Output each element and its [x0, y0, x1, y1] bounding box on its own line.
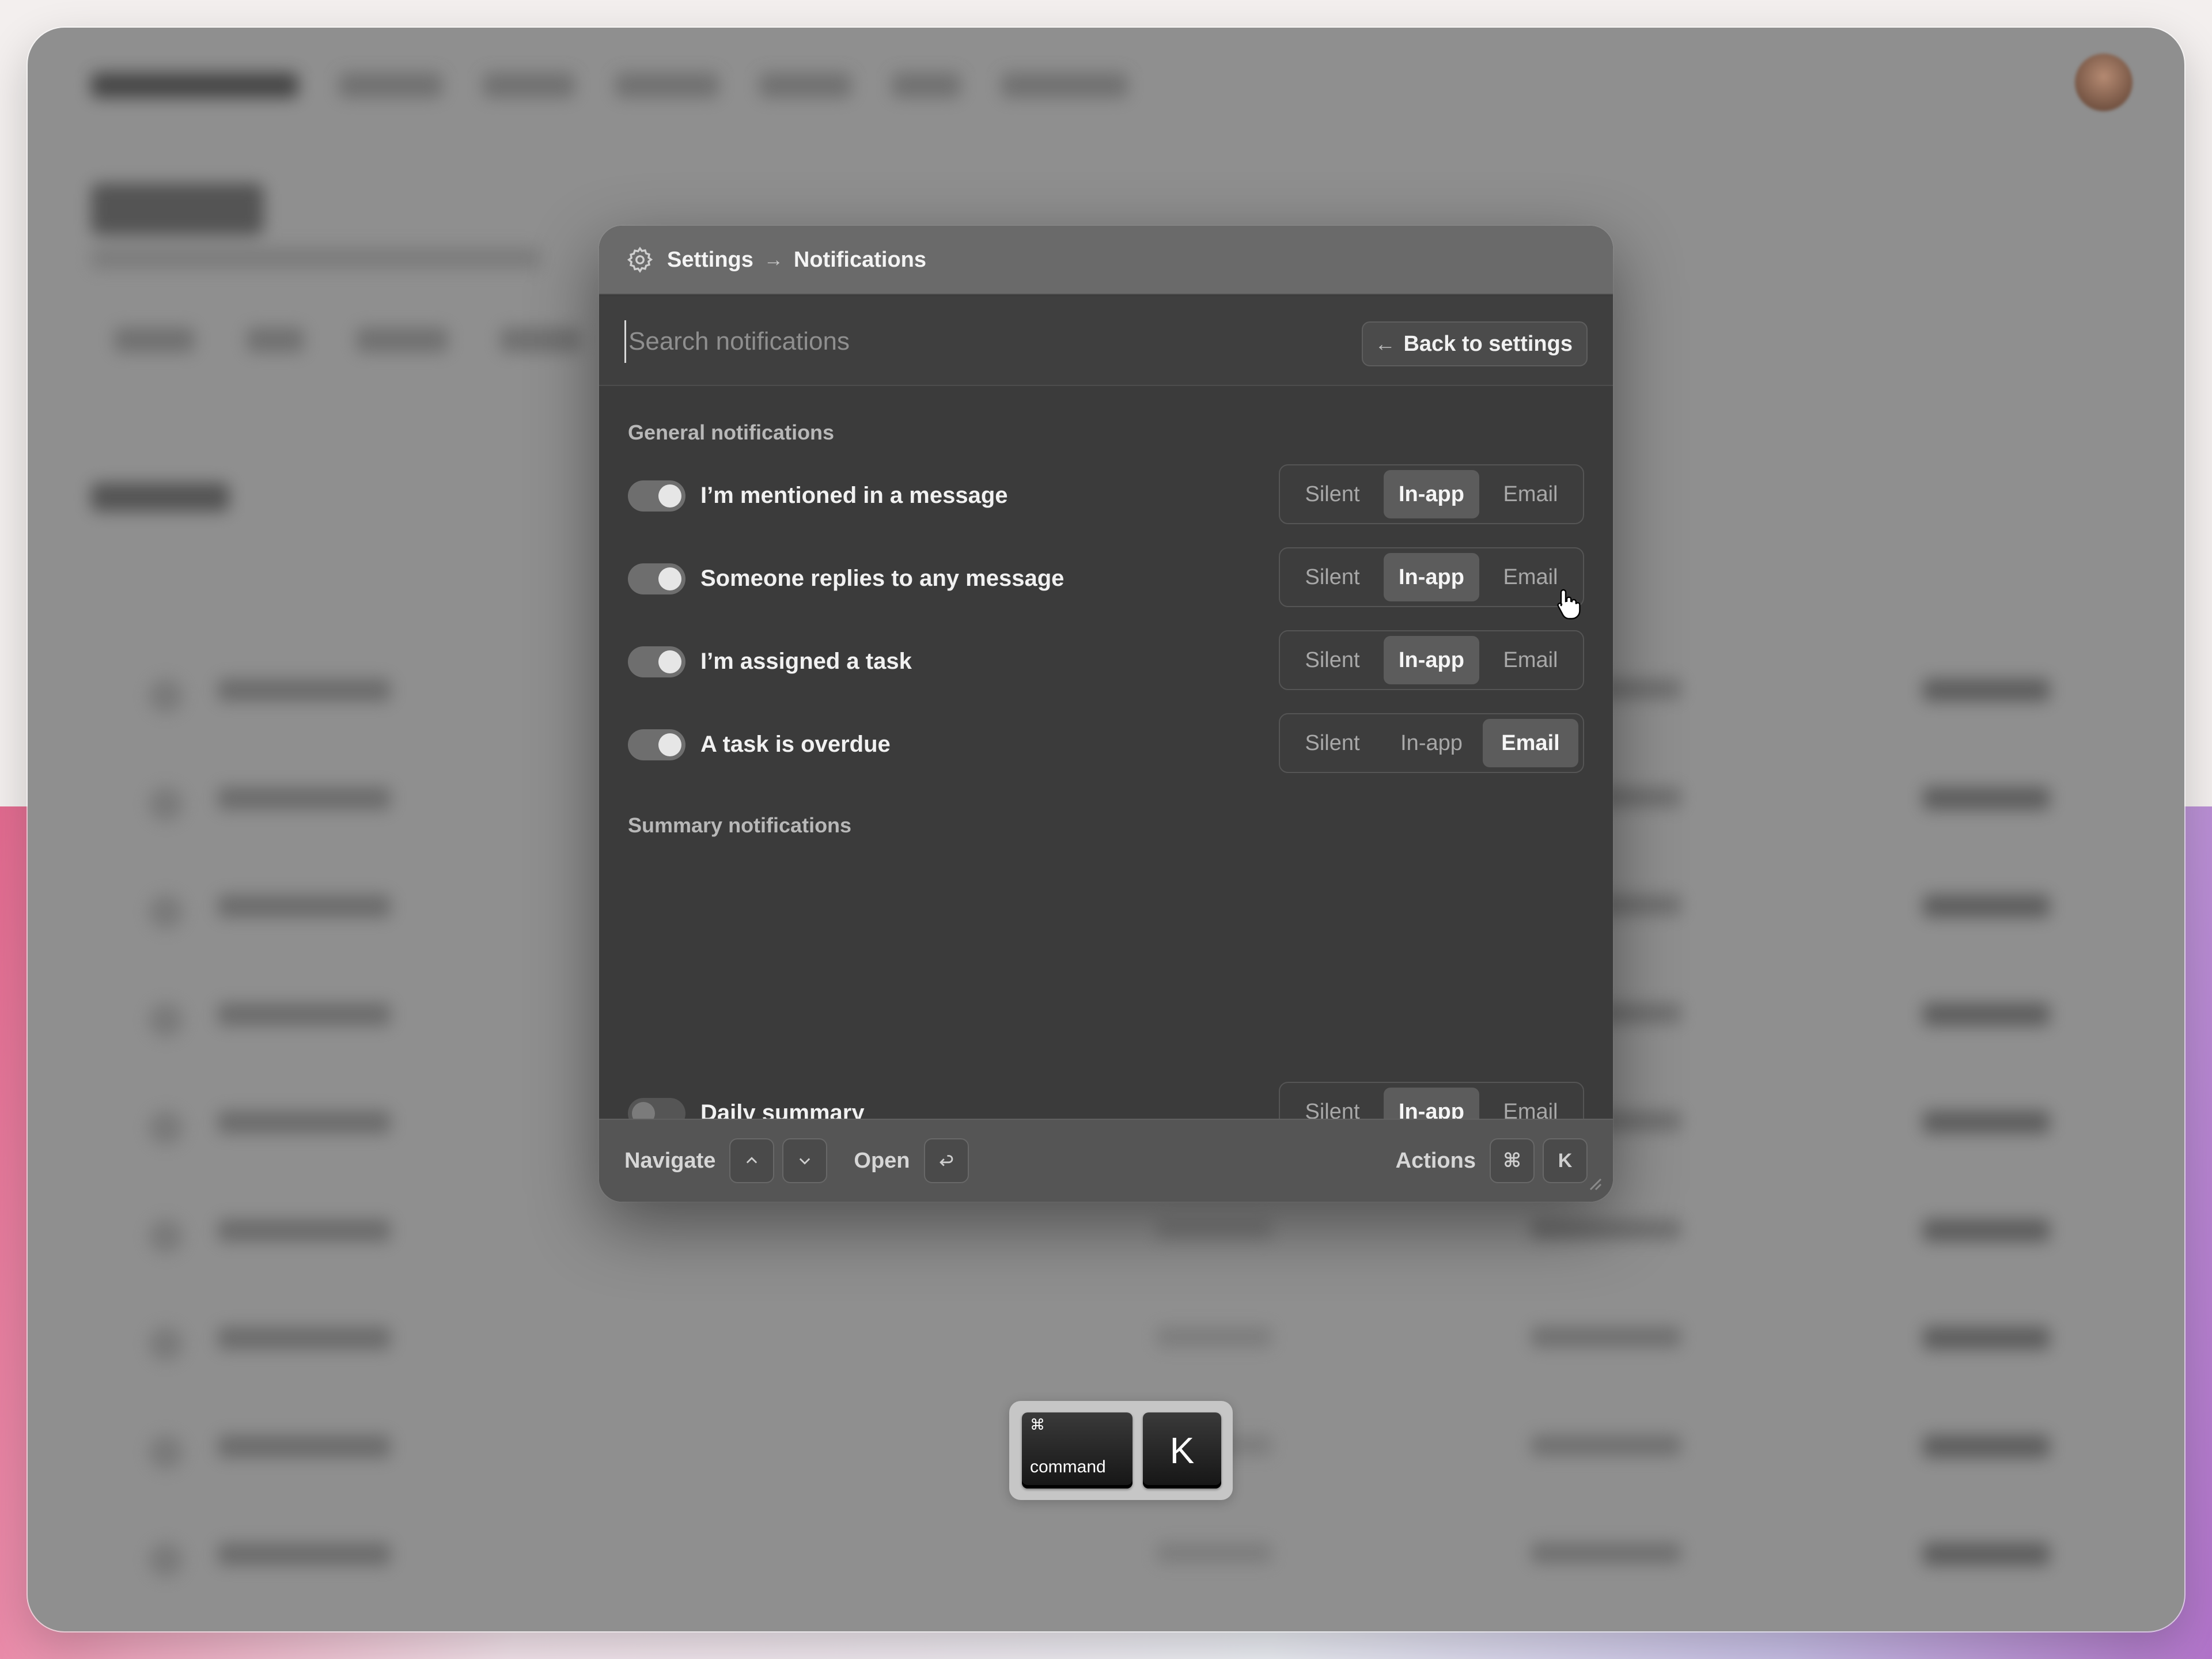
gear-icon [627, 247, 653, 273]
notification-row: I’m mentioned in a message Silent In-app Em… [628, 464, 1584, 524]
mode-option-silent[interactable]: Silent [1285, 636, 1380, 684]
back-to-settings-label: Back to settings [1403, 331, 1573, 356]
notification-label: I’m assigned a task [700, 649, 912, 674]
avatar[interactable] [2075, 54, 2133, 111]
k-keycap: K [1143, 1412, 1221, 1488]
keystroke-overlay: ⌘ command K [1009, 1401, 1233, 1500]
mode-option-in-app[interactable]: In-app [1384, 553, 1479, 601]
breadcrumb: Settings → Notifications [599, 226, 1613, 295]
mode-option-in-app[interactable]: In-app [1384, 470, 1479, 518]
command-palette: Settings → Notifications ← Back to setti… [599, 226, 1613, 1202]
notification-toggle[interactable] [628, 480, 685, 512]
delivery-mode-selector: SilentIn-appEmail [1279, 630, 1584, 690]
command-key-icon[interactable]: ⌘ [1490, 1138, 1535, 1183]
breadcrumb-settings[interactable]: Settings [667, 248, 753, 272]
actions-label: Actions [1395, 1148, 1476, 1173]
notification-row: Someone replies to any message Silent In-a… [628, 547, 1584, 607]
back-to-settings-button[interactable]: ← Back to settings [1362, 321, 1588, 366]
delivery-mode-selector: SilentIn-appEmail [1279, 547, 1584, 607]
notification-toggle[interactable] [628, 646, 685, 677]
resize-handle-icon[interactable] [1585, 1174, 1603, 1191]
search-bar: ← Back to settings [599, 296, 1613, 386]
section-label-summary: Summary notifications [628, 813, 852, 837]
mode-option-silent[interactable]: Silent [1285, 553, 1380, 601]
mode-option-in-app[interactable]: In-app [1384, 636, 1479, 684]
mode-option-silent[interactable]: Silent [1285, 470, 1380, 518]
notification-label: I’m mentioned in a message [700, 483, 1008, 508]
delivery-mode-selector: SilentIn-appEmail [1279, 464, 1584, 524]
notification-label: A task is overdue [700, 732, 891, 757]
breadcrumb-notifications: Notifications [793, 247, 927, 272]
notification-row: A task is overdue Silent In-app Email [628, 713, 1584, 773]
delivery-mode-selector: SilentIn-appEmail [1279, 713, 1584, 773]
footer: Navigate Open Actions ⌘ K [599, 1119, 1613, 1202]
search-input[interactable] [624, 320, 1321, 363]
arrow-right-icon: → [763, 248, 783, 271]
mode-option-email[interactable]: Email [1483, 470, 1578, 518]
notification-label: Someone replies to any message [700, 566, 1065, 591]
mode-option-silent[interactable]: Silent [1285, 719, 1380, 767]
mode-option-in-app[interactable]: In-app [1384, 719, 1479, 767]
arrow-left-icon: ← [1374, 332, 1396, 355]
toggle-knob [658, 484, 681, 507]
mode-option-email[interactable]: Email [1483, 636, 1578, 684]
chevron-up-icon[interactable] [729, 1138, 775, 1183]
toggle-knob [658, 733, 681, 756]
section-label-general: General notifications [628, 421, 835, 444]
toggle-knob [658, 567, 681, 590]
navigate-label: Navigate [624, 1148, 716, 1173]
notification-row: I’m assigned a task Silent In-app Email [628, 630, 1584, 690]
command-keycap-symbol: ⌘ [1030, 1416, 1045, 1433]
chevron-down-icon[interactable] [782, 1138, 828, 1183]
notification-toggle[interactable] [628, 729, 685, 760]
open-label: Open [854, 1148, 910, 1173]
notification-toggle[interactable] [628, 563, 685, 594]
command-keycap: ⌘ command [1022, 1412, 1132, 1488]
return-icon[interactable] [923, 1138, 969, 1183]
k-key[interactable]: K [1543, 1138, 1588, 1183]
toggle-knob [658, 650, 681, 673]
mode-option-email[interactable]: Email [1483, 719, 1578, 767]
hand-cursor-icon [1557, 589, 1581, 620]
command-keycap-label: command [1030, 1457, 1106, 1476]
